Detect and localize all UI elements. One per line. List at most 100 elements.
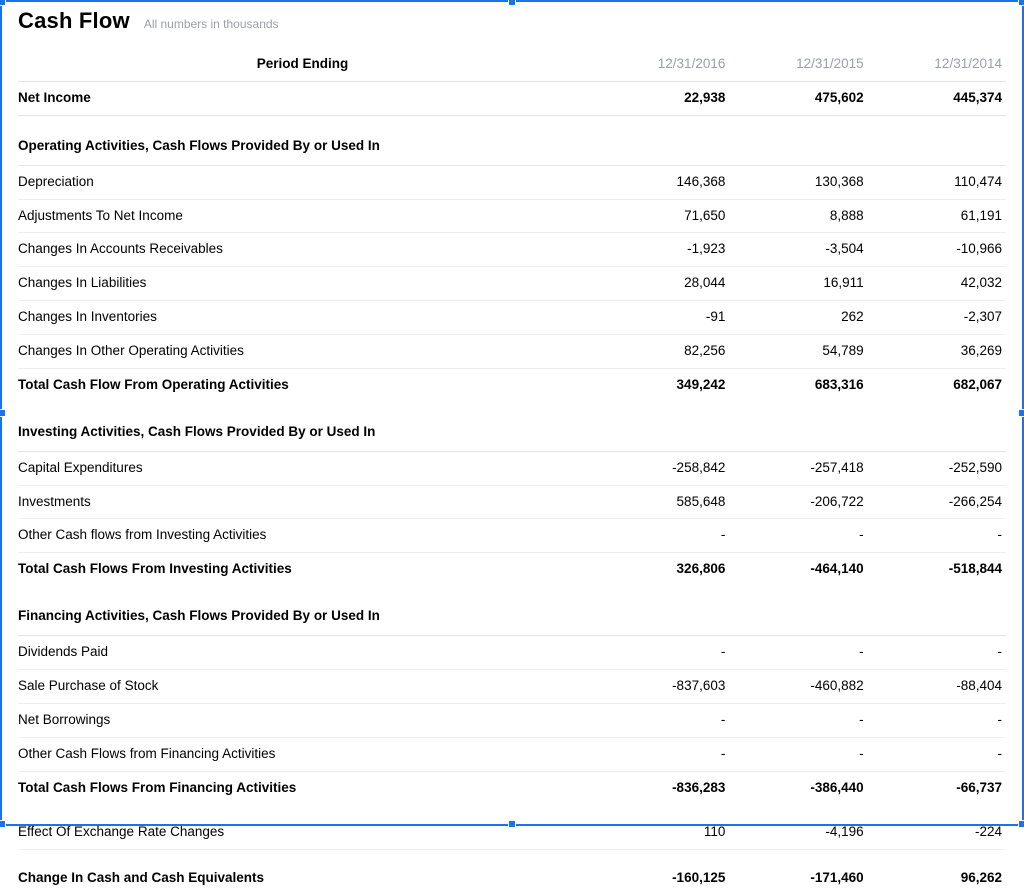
cell-value: -386,440	[729, 771, 867, 804]
cell-value: -206,722	[729, 485, 867, 519]
cell-value: 683,316	[729, 368, 867, 401]
cell-value: 130,368	[729, 165, 867, 199]
cell-value: 262	[729, 301, 867, 335]
cell-value: -	[868, 737, 1006, 771]
row-label: Sale Purchase of Stock	[18, 669, 591, 703]
col-2015: 12/31/2015	[729, 48, 867, 81]
table-row: Net Income22,938475,602445,374	[18, 81, 1006, 115]
row-label: Dividends Paid	[18, 636, 591, 670]
table-row: Operating Activities, Cash Flows Provide…	[18, 115, 1006, 165]
cell-value: -	[591, 737, 729, 771]
table-row: Other Cash flows from Investing Activiti…	[18, 519, 1006, 553]
cell-value: 82,256	[591, 335, 729, 369]
cell-value: -837,603	[591, 669, 729, 703]
row-label: Changes In Accounts Receivables	[18, 233, 591, 267]
cell-value: -266,254	[868, 485, 1006, 519]
cell-value: -66,737	[868, 771, 1006, 804]
row-label: Investments	[18, 485, 591, 519]
cell-value: 682,067	[868, 368, 1006, 401]
cell-value: -160,125	[591, 862, 729, 895]
page-subtitle: All numbers in thousands	[144, 17, 279, 31]
row-label: Changes In Inventories	[18, 301, 591, 335]
cell-value: 585,648	[591, 485, 729, 519]
cell-value: -	[868, 636, 1006, 670]
cell-value: 8,888	[729, 199, 867, 233]
cell-value: 36,269	[868, 335, 1006, 369]
table-row: Net Borrowings---	[18, 703, 1006, 737]
cell-value: 28,044	[591, 267, 729, 301]
cell-value: -88,404	[868, 669, 1006, 703]
table-row: Depreciation146,368130,368110,474	[18, 165, 1006, 199]
cell-value: -464,140	[729, 553, 867, 586]
table-row: Financing Activities, Cash Flows Provide…	[18, 586, 1006, 635]
cash-flow-table: Period Ending 12/31/2016 12/31/2015 12/3…	[18, 48, 1006, 895]
cell-value: -518,844	[868, 553, 1006, 586]
cell-value: -	[729, 636, 867, 670]
cell-value: -	[729, 519, 867, 553]
page-title: Cash Flow	[18, 8, 130, 34]
table-row: Sale Purchase of Stock-837,603-460,882-8…	[18, 669, 1006, 703]
title-row: Cash Flow All numbers in thousands	[18, 8, 1006, 34]
table-row: Capital Expenditures-258,842-257,418-252…	[18, 451, 1006, 485]
cell-value: 22,938	[591, 81, 729, 115]
cell-value: -224	[868, 816, 1006, 849]
cell-value: -258,842	[591, 451, 729, 485]
cell-value: -	[729, 703, 867, 737]
table-row: Total Cash Flows From Financing Activiti…	[18, 771, 1006, 804]
cell-value: -257,418	[729, 451, 867, 485]
cell-value: 42,032	[868, 267, 1006, 301]
col-2014: 12/31/2014	[868, 48, 1006, 81]
row-label: Total Cash Flows From Financing Activiti…	[18, 771, 591, 804]
table-row: Total Cash Flow From Operating Activitie…	[18, 368, 1006, 401]
cell-value: -91	[591, 301, 729, 335]
cell-value: -2,307	[868, 301, 1006, 335]
cell-value: 475,602	[729, 81, 867, 115]
cell-value: 16,911	[729, 267, 867, 301]
table-row: Investments585,648-206,722-266,254	[18, 485, 1006, 519]
cell-value: -	[868, 703, 1006, 737]
row-label: Changes In Other Operating Activities	[18, 335, 591, 369]
cell-value: -4,196	[729, 816, 867, 849]
table-row: Dividends Paid---	[18, 636, 1006, 670]
cell-value: 54,789	[729, 335, 867, 369]
col-2016: 12/31/2016	[591, 48, 729, 81]
cell-value: -10,966	[868, 233, 1006, 267]
table-row: Other Cash Flows from Financing Activiti…	[18, 737, 1006, 771]
row-label: Changes In Liabilities	[18, 267, 591, 301]
cell-value: -252,590	[868, 451, 1006, 485]
cell-value: 71,650	[591, 199, 729, 233]
cell-value: 96,262	[868, 862, 1006, 895]
row-label: Change In Cash and Cash Equivalents	[18, 862, 591, 895]
row-label: Net Borrowings	[18, 703, 591, 737]
table-row: Change In Cash and Cash Equivalents-160,…	[18, 862, 1006, 895]
row-label: Other Cash flows from Investing Activiti…	[18, 519, 591, 553]
row-label: Adjustments To Net Income	[18, 199, 591, 233]
table-row: Changes In Accounts Receivables-1,923-3,…	[18, 233, 1006, 267]
table-header-row: Period Ending 12/31/2016 12/31/2015 12/3…	[18, 48, 1006, 81]
table-row	[18, 850, 1006, 863]
table-row: Adjustments To Net Income71,6508,88861,1…	[18, 199, 1006, 233]
row-label: Total Cash Flow From Operating Activitie…	[18, 368, 591, 401]
table-row	[18, 804, 1006, 816]
row-label: Investing Activities, Cash Flows Provide…	[18, 402, 1006, 451]
cell-value: -1,923	[591, 233, 729, 267]
cell-value: -	[591, 703, 729, 737]
table-row: Investing Activities, Cash Flows Provide…	[18, 402, 1006, 451]
cell-value: 61,191	[868, 199, 1006, 233]
table-row: Effect Of Exchange Rate Changes110-4,196…	[18, 816, 1006, 849]
row-label: Effect Of Exchange Rate Changes	[18, 816, 591, 849]
cell-value: -	[591, 636, 729, 670]
cell-value: -836,283	[591, 771, 729, 804]
cash-flow-statement: Cash Flow All numbers in thousands Perio…	[0, 0, 1024, 826]
row-label: Total Cash Flows From Investing Activiti…	[18, 553, 591, 586]
row-label: Net Income	[18, 81, 591, 115]
cell-value: -	[591, 519, 729, 553]
cell-value: 349,242	[591, 368, 729, 401]
cell-value: -3,504	[729, 233, 867, 267]
table-row: Total Cash Flows From Investing Activiti…	[18, 553, 1006, 586]
table-row: Changes In Other Operating Activities82,…	[18, 335, 1006, 369]
cell-value: 146,368	[591, 165, 729, 199]
cell-value: -	[729, 737, 867, 771]
cell-value: -	[868, 519, 1006, 553]
cell-value: -171,460	[729, 862, 867, 895]
